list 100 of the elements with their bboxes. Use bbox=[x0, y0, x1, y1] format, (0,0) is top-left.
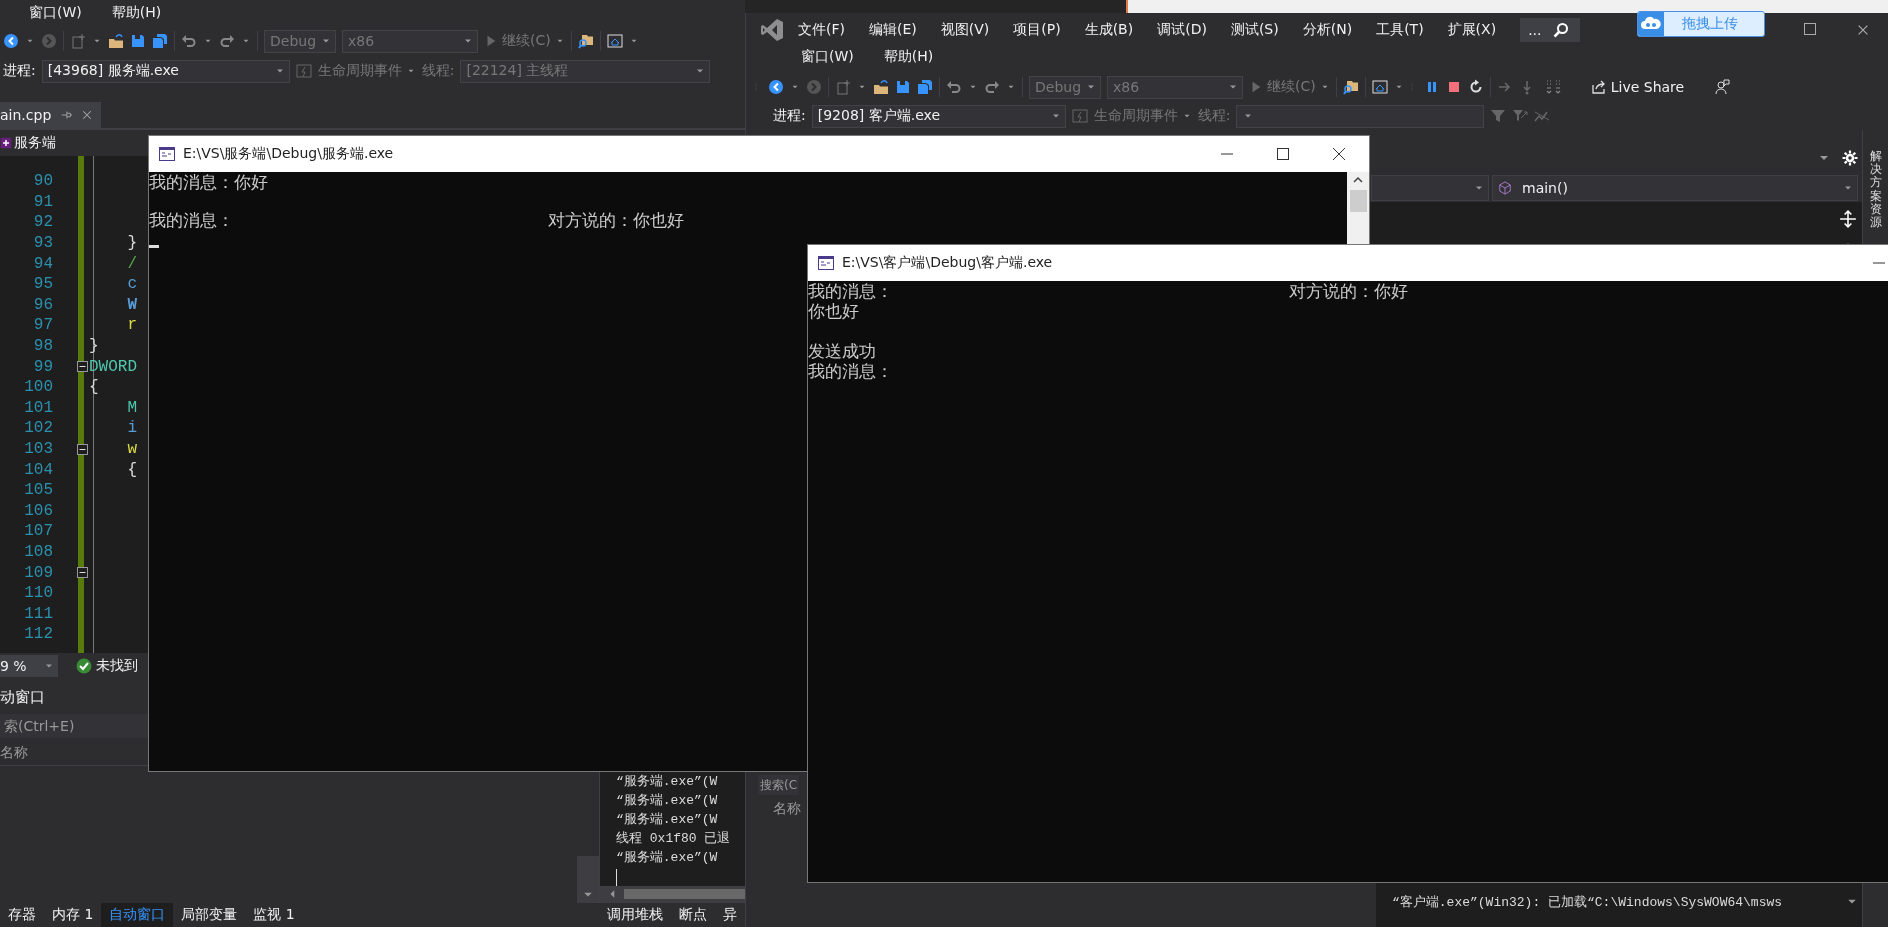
thread-label: 线程: bbox=[1197, 107, 1231, 125]
live-share-button[interactable]: Live Share bbox=[1590, 79, 1685, 95]
menu-item[interactable]: 项目(P) bbox=[1013, 18, 1061, 41]
browser-window-icon[interactable] bbox=[1371, 79, 1388, 95]
new-item-icon[interactable] bbox=[835, 79, 851, 95]
panel-tab[interactable]: 监视 1 bbox=[245, 903, 303, 927]
search-icon[interactable] bbox=[1553, 21, 1570, 38]
redo-icon[interactable] bbox=[984, 79, 1000, 95]
menu-item[interactable]: 帮助(H) bbox=[883, 46, 934, 68]
line-number: 99 bbox=[32, 357, 53, 376]
person-feedback-icon[interactable] bbox=[1714, 79, 1731, 95]
line-number: 106 bbox=[23, 501, 53, 520]
zoom-dropdown[interactable]: 9 % bbox=[0, 654, 58, 677]
console-text: 我的消息：你好 bbox=[149, 173, 268, 192]
menu-item[interactable]: 帮助(H) bbox=[111, 2, 162, 24]
process-label: 进程: bbox=[773, 107, 806, 125]
line-number: 90 bbox=[32, 172, 53, 191]
side-panel-tab[interactable]: 解决方案资源 bbox=[1869, 150, 1882, 230]
menu-item[interactable]: 扩展(X) bbox=[1447, 18, 1497, 41]
save-icon[interactable] bbox=[130, 33, 146, 49]
code-text: c bbox=[126, 275, 138, 294]
filter-arrow-icon[interactable] bbox=[1512, 108, 1529, 124]
scrollbar-thumb[interactable] bbox=[1349, 190, 1367, 212]
menu-item[interactable]: 调试(D) bbox=[1157, 18, 1207, 41]
split-icon[interactable] bbox=[1839, 210, 1857, 228]
line-number: 108 bbox=[23, 543, 53, 561]
panel-tab[interactable]: 断点 bbox=[671, 903, 715, 927]
undo-icon[interactable] bbox=[946, 79, 962, 95]
filter-icon[interactable] bbox=[1490, 108, 1507, 124]
undo-icon[interactable] bbox=[181, 33, 197, 49]
process-dropdown[interactable]: [43968] 服务端.exe bbox=[41, 59, 290, 83]
collapse-icon[interactable] bbox=[77, 567, 88, 579]
search-field[interactable]: 索(Ctrl+E) bbox=[0, 714, 148, 738]
menu-item[interactable]: 工具(T) bbox=[1376, 18, 1424, 41]
line-number: 91 bbox=[32, 192, 53, 211]
search-box[interactable]: ... bbox=[1520, 17, 1581, 42]
new-item-icon[interactable] bbox=[70, 33, 86, 49]
browser-window-icon[interactable] bbox=[606, 33, 623, 49]
collapse-icon[interactable] bbox=[77, 443, 88, 455]
console-icon bbox=[159, 147, 175, 161]
code-text: / bbox=[126, 254, 138, 273]
menu-item[interactable]: 文件(F) bbox=[798, 18, 845, 41]
save-all-icon[interactable] bbox=[152, 33, 168, 49]
menu-item[interactable]: 编辑(E) bbox=[869, 18, 917, 41]
menu-item[interactable]: 分析(N) bbox=[1302, 18, 1353, 41]
line-number: 94 bbox=[32, 254, 53, 273]
folder-search-icon[interactable] bbox=[577, 33, 594, 49]
panel-tab[interactable]: 存器 bbox=[0, 903, 44, 927]
logo-icon[interactable] bbox=[760, 17, 784, 42]
menu-item[interactable]: 窗口(W) bbox=[801, 46, 854, 68]
panel-tab[interactable]: 自动窗口 bbox=[101, 903, 174, 927]
code-text: DWORD bbox=[88, 357, 138, 376]
redo-icon[interactable] bbox=[219, 33, 235, 49]
lifecycle-icon[interactable] bbox=[1071, 108, 1088, 124]
line-number: 105 bbox=[23, 481, 53, 500]
menu-item[interactable]: 视图(V) bbox=[940, 18, 990, 41]
process-dropdown[interactable]: [9208] 客户端.exe bbox=[811, 104, 1066, 128]
search-field[interactable]: 搜索(C bbox=[758, 775, 800, 795]
panel-tab[interactable]: 调用堆栈 bbox=[599, 903, 671, 927]
line-number: 110 bbox=[23, 584, 53, 603]
share-icon[interactable] bbox=[1590, 79, 1607, 95]
scrollbar[interactable] bbox=[1347, 172, 1369, 244]
console-icon bbox=[818, 256, 834, 270]
panel-tab[interactable]: 内存 1 bbox=[44, 903, 102, 927]
code-text: M bbox=[126, 398, 138, 417]
settings-icon[interactable] bbox=[1842, 150, 1858, 166]
folder-icon[interactable] bbox=[108, 33, 124, 49]
panel-tab[interactable]: 异 bbox=[715, 903, 745, 927]
console-text: 我的消息： bbox=[149, 211, 235, 230]
close-icon[interactable] bbox=[1333, 148, 1345, 160]
cube-icon bbox=[1498, 181, 1512, 195]
code-text: W bbox=[126, 295, 138, 314]
console-text: 发送成功 bbox=[808, 342, 876, 362]
folder-icon[interactable] bbox=[873, 79, 889, 95]
folder-search-icon[interactable] bbox=[1342, 79, 1359, 95]
line-number: 111 bbox=[23, 604, 53, 623]
lifecycle-icon[interactable] bbox=[295, 63, 312, 79]
project-icon[interactable] bbox=[0, 137, 12, 149]
panel-tab[interactable]: 局部变量 bbox=[173, 903, 246, 927]
code-text: i bbox=[126, 419, 138, 438]
horizontal-scrollbar[interactable] bbox=[600, 885, 745, 903]
project-dropdown[interactable]: 服务端 bbox=[14, 134, 56, 152]
save-icon[interactable] bbox=[895, 79, 911, 95]
window-title: E:\VS\服务端\Debug\服务端.exe bbox=[183, 145, 394, 163]
save-all-icon[interactable] bbox=[917, 79, 933, 95]
issues-indicator[interactable]: 未找到 bbox=[76, 656, 138, 675]
console-text: 你也好 bbox=[808, 302, 859, 322]
line-number: 104 bbox=[23, 460, 53, 479]
console-text: 对方说的：你也好 bbox=[548, 211, 684, 230]
maximize-icon[interactable] bbox=[1277, 148, 1289, 160]
function-dropdown[interactable]: main() bbox=[1492, 175, 1858, 201]
menu-item[interactable]: 测试(S) bbox=[1230, 18, 1279, 41]
menu-item[interactable]: 窗口(W) bbox=[29, 2, 82, 24]
scrollbar[interactable] bbox=[577, 856, 599, 903]
document-tab[interactable]: ain.cpp bbox=[0, 102, 102, 128]
menu-item[interactable]: 生成(B) bbox=[1084, 18, 1134, 41]
collapse-icon[interactable] bbox=[77, 361, 88, 373]
check-icon bbox=[76, 657, 92, 674]
maximize-icon[interactable] bbox=[1804, 22, 1816, 35]
line-number: 102 bbox=[23, 419, 53, 438]
